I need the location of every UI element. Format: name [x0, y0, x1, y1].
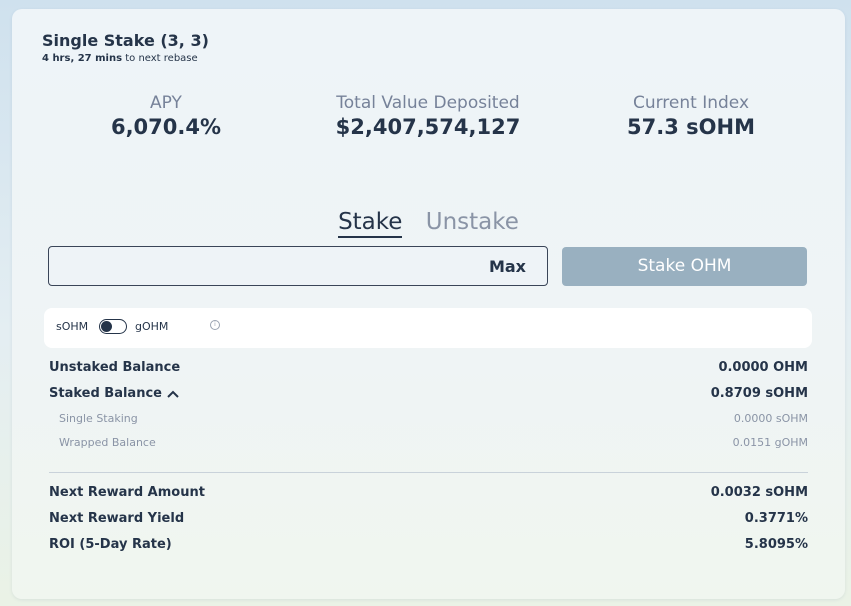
wrapped-balance-value: 0.0151 gOHM — [732, 436, 808, 449]
tvd-label: Total Value Deposited — [336, 93, 520, 113]
tab-unstake[interactable]: Unstake — [426, 209, 519, 236]
toggle-right-label: gOHM — [135, 320, 169, 333]
rebase-time: 4 hrs, 27 mins — [42, 53, 123, 64]
roi-value: 5.8095% — [744, 537, 808, 552]
stake-card: Single Stake (3, 3) 4 hrs, 27 mins to ne… — [12, 9, 845, 599]
next-reward-amount-value: 0.0032 sOHM — [710, 485, 808, 500]
next-reward-yield-value: 0.3771% — [744, 511, 808, 526]
token-toggle-panel: sOHM gOHM i — [44, 308, 812, 348]
staked-balance-label: Staked Balance — [49, 386, 162, 401]
amount-input[interactable] — [59, 247, 483, 287]
chevron-up-icon[interactable] — [167, 389, 179, 399]
page-title: Single Stake (3, 3) — [42, 31, 209, 50]
next-reward-amount-label: Next Reward Amount — [49, 485, 205, 500]
next-reward-yield-label: Next Reward Yield — [49, 511, 185, 526]
tvd-metric: Total Value Deposited $2,407,574,127 — [298, 93, 558, 139]
stake-tabs: Stake Unstake — [12, 209, 845, 238]
apy-label: APY — [150, 93, 182, 113]
index-metric: Current Index 57.3 sOHM — [561, 93, 821, 139]
apy-value: 6,070.4% — [110, 115, 222, 139]
unstaked-balance-label: Unstaked Balance — [49, 360, 181, 375]
section-divider — [49, 472, 808, 473]
rebase-countdown: 4 hrs, 27 mins to next rebase — [42, 53, 198, 64]
tab-stake[interactable]: Stake — [338, 209, 403, 238]
amount-input-container: Max — [48, 246, 548, 287]
roi-label: ROI (5-Day Rate) — [49, 537, 172, 552]
apy-metric: APY 6,070.4% — [36, 93, 296, 139]
stake-ohm-button[interactable]: Stake OHM — [562, 247, 807, 286]
staked-balance-value: 0.8709 sOHM — [710, 386, 808, 401]
toggle-left-label: sOHM — [56, 320, 89, 333]
unstaked-balance-value: 0.0000 OHM — [718, 360, 808, 375]
sohm-gohm-switch[interactable] — [99, 319, 127, 334]
tvd-value: $2,407,574,127 — [335, 115, 521, 139]
info-icon[interactable]: i — [210, 320, 220, 330]
max-button[interactable]: Max — [489, 257, 526, 276]
switch-knob — [101, 321, 112, 332]
index-value: 57.3 sOHM — [627, 115, 755, 139]
single-staking-label: Single Staking — [59, 412, 138, 425]
wrapped-balance-label: Wrapped Balance — [59, 436, 156, 449]
index-label: Current Index — [632, 93, 750, 113]
rebase-suffix: to next rebase — [122, 53, 198, 64]
single-staking-value: 0.0000 sOHM — [733, 412, 808, 425]
